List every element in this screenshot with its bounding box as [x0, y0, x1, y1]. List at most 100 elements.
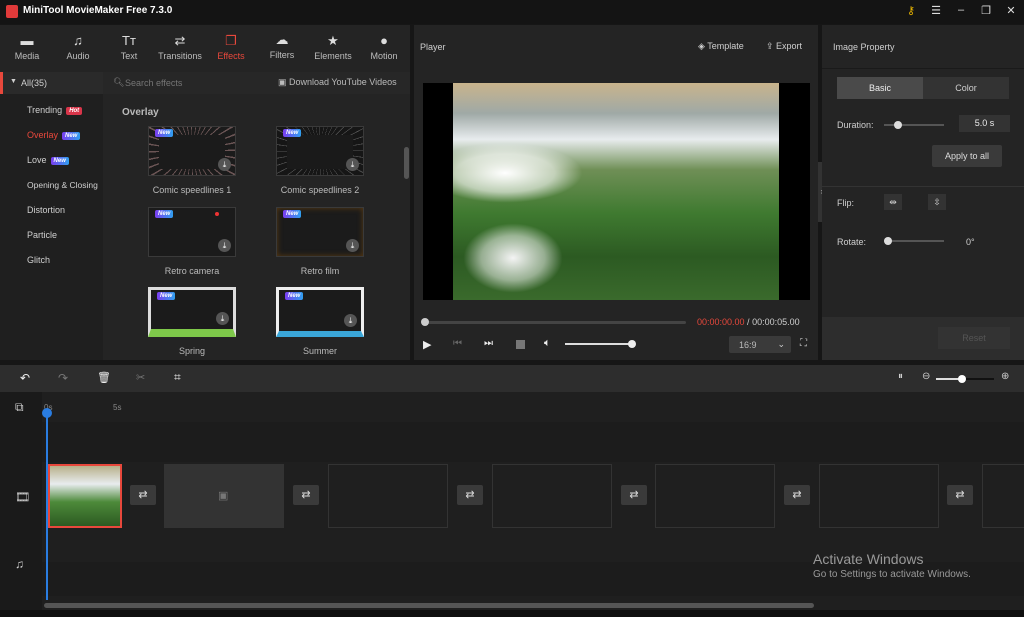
- download-icon[interactable]: ⤓: [216, 312, 229, 325]
- stop-button[interactable]: [516, 340, 525, 349]
- playhead[interactable]: [42, 408, 52, 600]
- crop-icon[interactable]: ⌗: [174, 370, 181, 385]
- next-frame-button[interactable]: ⏭: [484, 338, 493, 349]
- timeline-zoom-slider[interactable]: [936, 375, 994, 383]
- minimize-button[interactable]: –: [953, 4, 969, 20]
- menu-icon[interactable]: ☰: [928, 4, 944, 20]
- effect-label: Summer: [302, 346, 337, 356]
- undo-icon[interactable]: ↶: [20, 371, 30, 385]
- effect-thumb-comic-speedlines-2[interactable]: New ⤓: [276, 126, 364, 176]
- seek-bar[interactable]: [421, 318, 686, 326]
- elements-icon: ★: [327, 33, 339, 48]
- category-opening-closing[interactable]: Opening & Closing: [27, 180, 98, 190]
- flip-vertical-icon[interactable]: ⇳: [928, 194, 946, 210]
- transition-slot[interactable]: ⇄: [293, 485, 319, 505]
- app-logo-icon: [6, 5, 18, 18]
- effect-thumb-comic-speedlines-1[interactable]: New ⤓: [148, 126, 236, 176]
- download-icon[interactable]: ⤓: [346, 158, 359, 171]
- category-trending[interactable]: Trending Hot: [27, 105, 83, 115]
- previous-frame-button[interactable]: ⏮: [453, 338, 462, 349]
- player-panel: Player ◈ Template ⇪ Export 00:00:00.00 /…: [414, 25, 818, 360]
- seek-handle[interactable]: [421, 318, 429, 326]
- redo-icon[interactable]: ↷: [58, 371, 68, 385]
- maximize-button[interactable]: ❐: [978, 4, 994, 20]
- transition-slot[interactable]: ⇄: [947, 485, 973, 505]
- empty-clip-slot[interactable]: ▣: [164, 464, 284, 528]
- transition-slot[interactable]: ⇄: [130, 485, 156, 505]
- folder-icon: ▬: [20, 33, 34, 48]
- mountain-landscape-image: [453, 83, 779, 300]
- export-button[interactable]: ⇪ Export: [766, 41, 802, 52]
- apply-to-all-button[interactable]: Apply to all: [932, 145, 1002, 167]
- close-button[interactable]: ✕: [1003, 4, 1019, 20]
- search-input[interactable]: [125, 76, 275, 90]
- timeline-scrollbar[interactable]: [44, 603, 814, 608]
- empty-clip-slot[interactable]: [982, 464, 1024, 528]
- current-time: 00:00:00.00: [697, 317, 745, 327]
- tab-audio[interactable]: ♫ Audio: [52, 33, 104, 61]
- category-overlay[interactable]: Overlay New: [27, 130, 81, 140]
- zoom-handle[interactable]: [958, 375, 966, 383]
- category-distortion[interactable]: Distortion: [27, 205, 65, 215]
- key-icon[interactable]: ⚷: [903, 4, 919, 20]
- category-particle[interactable]: Particle: [27, 230, 57, 240]
- tab-text[interactable]: Tт Text: [103, 33, 155, 61]
- volume-slider[interactable]: [565, 340, 636, 348]
- activate-windows-title: Activate Windows: [813, 551, 924, 567]
- tab-filters[interactable]: ☁ Filters: [256, 32, 308, 60]
- duration-handle[interactable]: [894, 121, 902, 129]
- filters-icon: ☁: [275, 32, 289, 47]
- tab-effects[interactable]: ❐ Effects: [205, 33, 257, 61]
- tab-basic[interactable]: Basic: [837, 77, 923, 99]
- split-icon[interactable]: ✂: [136, 371, 145, 384]
- volume-handle[interactable]: [628, 340, 636, 348]
- fullscreen-icon[interactable]: ⛶: [800, 338, 807, 349]
- effect-thumb-retro-camera[interactable]: New ⤓: [148, 207, 236, 257]
- zoom-out-icon[interactable]: ⊖: [922, 371, 930, 382]
- download-icon[interactable]: ⤓: [346, 239, 359, 252]
- transition-slot[interactable]: ⇄: [621, 485, 647, 505]
- effects-scrollbar[interactable]: [404, 147, 409, 179]
- category-all[interactable]: ▼ All(35): [0, 72, 103, 94]
- add-track-icon[interactable]: ⧉: [15, 400, 24, 415]
- effect-thumb-retro-film[interactable]: New ⤓: [276, 207, 364, 257]
- fit-timeline-icon[interactable]: ⏸: [898, 371, 903, 382]
- zoom-in-icon[interactable]: ⊕: [1001, 371, 1009, 382]
- tab-elements[interactable]: ★ Elements: [307, 33, 359, 61]
- empty-clip-slot[interactable]: [328, 464, 448, 528]
- category-glitch[interactable]: Glitch: [27, 255, 50, 265]
- effect-thumb-spring[interactable]: New ⤓: [148, 287, 236, 337]
- video-preview[interactable]: [423, 83, 810, 300]
- download-icon[interactable]: ⤓: [218, 158, 231, 171]
- video-clip[interactable]: [48, 464, 122, 528]
- category-love[interactable]: Love New: [27, 155, 69, 165]
- empty-clip-slot[interactable]: [655, 464, 775, 528]
- tab-color[interactable]: Color: [923, 77, 1009, 99]
- volume-icon[interactable]: 🔈︎: [544, 337, 551, 350]
- duration-slider[interactable]: [884, 121, 944, 129]
- aspect-ratio-select[interactable]: 16:9 ⌄: [729, 336, 791, 353]
- rotate-handle[interactable]: [884, 237, 892, 245]
- download-icon[interactable]: ⤓: [344, 314, 357, 327]
- rotate-slider[interactable]: [884, 237, 944, 245]
- download-youtube-link[interactable]: ▣ Download YouTube Videos: [278, 77, 397, 88]
- flip-label: Flip:: [837, 198, 855, 208]
- reset-button[interactable]: Reset: [938, 327, 1010, 349]
- tab-transitions[interactable]: ⇄ Transitions: [150, 33, 210, 61]
- duration-input[interactable]: 5.0 s: [959, 115, 1010, 132]
- tab-label: Media: [14, 51, 40, 61]
- play-button[interactable]: ▶: [423, 338, 431, 351]
- transition-slot[interactable]: ⇄: [457, 485, 483, 505]
- flip-horizontal-icon[interactable]: ⇹: [884, 194, 902, 210]
- player-title: Player: [420, 42, 446, 52]
- template-button[interactable]: ◈ Template: [698, 41, 744, 52]
- effect-thumb-summer[interactable]: New ⤓: [276, 287, 364, 337]
- tab-label: Audio: [66, 51, 90, 61]
- delete-icon[interactable]: 🗑︎: [97, 371, 111, 384]
- download-icon[interactable]: ⤓: [218, 239, 231, 252]
- tab-media[interactable]: ▬ Media: [1, 33, 53, 61]
- transition-slot[interactable]: ⇄: [784, 485, 810, 505]
- empty-clip-slot[interactable]: [492, 464, 612, 528]
- tab-motion[interactable]: ● Motion: [358, 33, 410, 61]
- empty-clip-slot[interactable]: [819, 464, 939, 528]
